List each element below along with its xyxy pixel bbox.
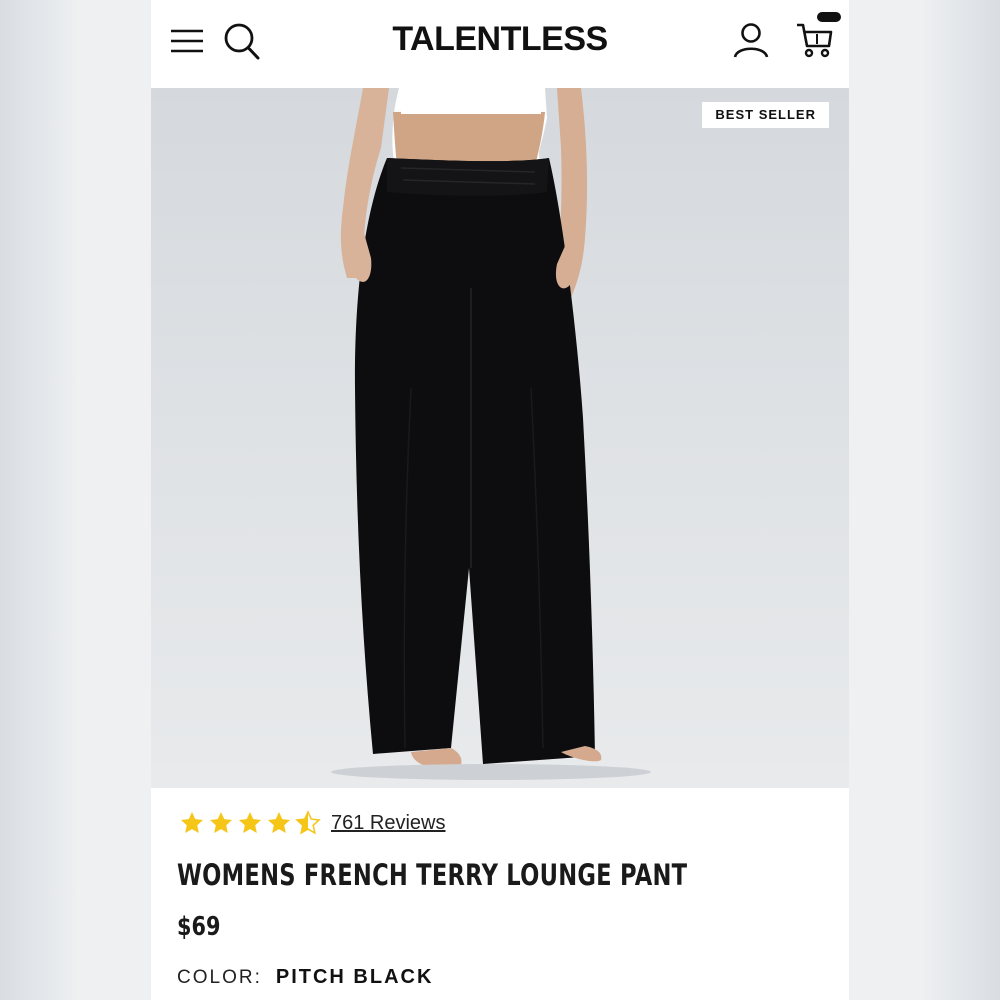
cart-icon xyxy=(797,23,833,58)
product-price: $69 xyxy=(177,912,221,942)
star-full-icon xyxy=(238,811,262,833)
star-full-icon xyxy=(267,811,291,833)
best-seller-badge: BEST SELLER xyxy=(702,102,829,128)
star-full-icon xyxy=(180,811,204,833)
star-half-icon xyxy=(295,810,321,835)
product-page: TALENTLESS BEST SELLER 761 Reviews WOMEN… xyxy=(151,0,849,1000)
account-icon xyxy=(733,23,769,58)
star-rating xyxy=(179,810,321,836)
cart-button[interactable] xyxy=(793,18,837,62)
product-photo-illustration xyxy=(331,88,651,780)
site-header: TALENTLESS xyxy=(151,0,849,88)
color-label: COLOR: xyxy=(177,967,262,988)
color-selector: COLOR: PITCH BLACK xyxy=(177,966,433,989)
reviews-link[interactable]: 761 Reviews xyxy=(331,812,446,835)
color-value: PITCH BLACK xyxy=(275,966,434,988)
star-full-icon xyxy=(209,811,233,833)
cart-count-badge xyxy=(817,12,841,22)
account-button[interactable] xyxy=(729,18,773,62)
product-title: WOMENS FRENCH TERRY LOUNGE PANT xyxy=(177,858,688,892)
rating-row: 761 Reviews xyxy=(179,808,446,838)
product-image[interactable]: BEST SELLER xyxy=(151,88,849,788)
